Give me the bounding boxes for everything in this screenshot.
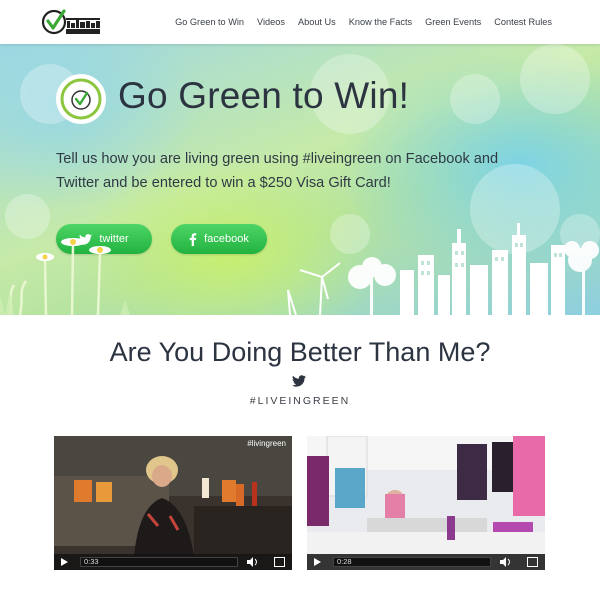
nav-item-contest-rules[interactable]: Contest Rules <box>488 17 552 27</box>
twitter-icon[interactable] <box>292 375 306 387</box>
section-title: Are You Doing Better Than Me? <box>109 337 491 367</box>
video-player-1[interactable]: #livingreen 0:33 <box>54 436 292 570</box>
bokeh-light <box>450 74 500 124</box>
fullscreen-icon[interactable] <box>274 557 285 567</box>
hero-title: Go Green to Win! <box>118 75 410 116</box>
hero-description: Tell us how you are living green using #… <box>56 151 499 191</box>
nav-item-about-us[interactable]: About Us <box>291 17 342 27</box>
video-controls: 0:33 <box>54 554 292 570</box>
city-skyline-illustration <box>0 223 599 315</box>
volume-icon[interactable] <box>247 557 259 567</box>
volume-icon[interactable] <box>500 557 512 567</box>
bokeh-light <box>520 44 590 114</box>
play-icon[interactable] <box>61 558 68 566</box>
hashtag-label: #LIVEINGREEN <box>249 395 351 407</box>
site-header: Go Green to Win Videos About Us Know the… <box>0 0 600 44</box>
video-thumbnail-living-room <box>54 436 292 570</box>
living-green-badge <box>56 74 106 124</box>
nav-item-green-events[interactable]: Green Events <box>419 17 488 27</box>
video-hashtag-overlay: #livingreen <box>247 439 286 448</box>
site-logo[interactable] <box>42 8 102 36</box>
video-thumbnail-kitchen <box>307 436 545 570</box>
video-progress-bar[interactable] <box>80 557 238 567</box>
video-controls: 0:28 <box>307 554 545 570</box>
main-nav: Go Green to Win Videos About Us Know the… <box>169 0 552 44</box>
nav-item-go-green-to-win[interactable]: Go Green to Win <box>169 17 251 27</box>
video-progress-bar[interactable] <box>333 557 491 567</box>
fullscreen-icon[interactable] <box>527 557 538 567</box>
nav-item-videos[interactable]: Videos <box>251 17 292 27</box>
video-player-2[interactable]: 0:28 <box>307 436 545 570</box>
hero-banner: Go Green to Win! Tell us how you are liv… <box>0 44 600 315</box>
nav-item-know-the-facts[interactable]: Know the Facts <box>342 17 418 27</box>
video-time: 0:33 <box>84 557 99 566</box>
video-time: 0:28 <box>337 557 352 566</box>
play-icon[interactable] <box>314 558 321 566</box>
